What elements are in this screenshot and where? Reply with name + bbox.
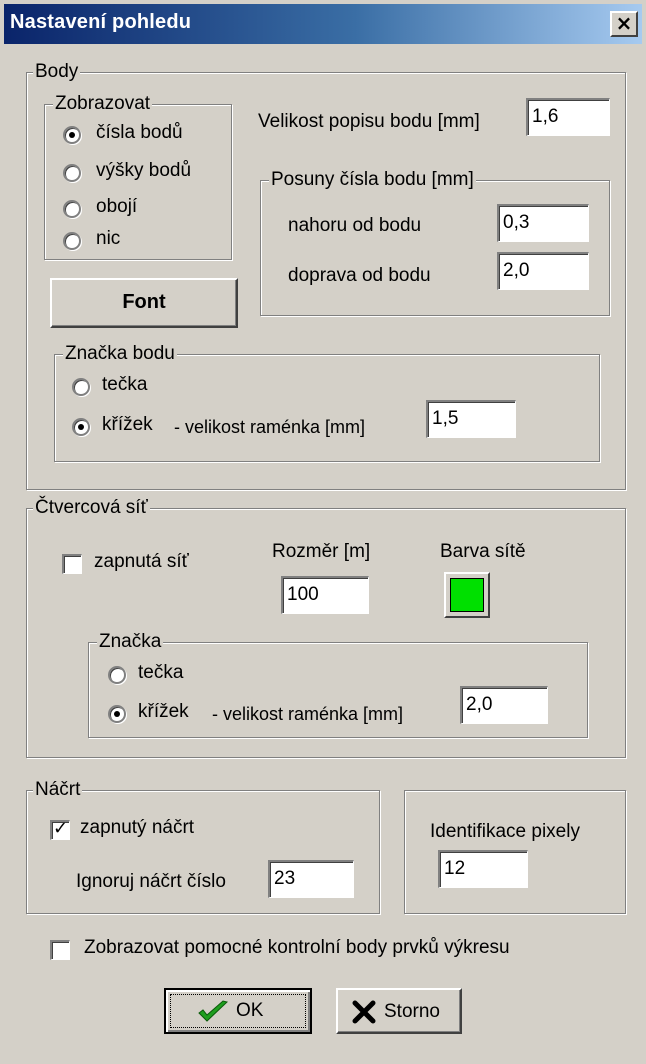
sketch-enabled-checkbox[interactable]: ✓ [50,818,70,840]
radio-grid-marker-dot-label[interactable]: tečka [138,661,183,685]
point-marker-arm-input[interactable]: 1,5 [426,400,516,438]
radio-point-heights-label[interactable]: výšky bodů [96,159,191,183]
dialog-title: Nastavení pohledu [10,11,192,33]
pixel-id-label: Identifikace pixely [430,821,580,842]
close-button[interactable]: × [610,11,638,37]
grid-marker-group-title: Značka [97,630,164,654]
grid-group-title: Čtvercová síť [33,496,150,520]
radio-point-marker-cross[interactable] [72,418,90,436]
offset-right-input[interactable]: 2,0 [497,252,589,290]
aux-points-label[interactable]: Zobrazovat pomocné kontrolní body prvků … [84,936,510,960]
radio-none-label[interactable]: nic [96,227,120,251]
radio-grid-marker-cross[interactable] [108,705,126,723]
grid-enabled-checkbox[interactable] [62,554,82,574]
check-icon: ✓ [53,818,69,839]
radio-both-label[interactable]: obojí [96,195,137,219]
points-group-title: Body [33,60,81,84]
offset-up-label: nahoru od bodu [288,215,422,236]
grid-marker-arm-input[interactable]: 2,0 [460,686,548,724]
grid-color-swatch [450,578,484,612]
font-button-label: Font [122,291,166,313]
grid-color-button[interactable] [444,572,490,618]
point-marker-arm-label: - velikost raménka [mm] [174,417,366,437]
offset-up-input[interactable]: 0,3 [497,204,589,242]
ok-label: OK [236,1000,264,1021]
sketch-ignore-label: Ignoruj náčrt číslo [76,871,226,892]
offsets-group: Posuny čísla bodu [mm] [260,168,610,316]
radio-grid-marker-dot[interactable] [108,666,126,684]
grid-size-label: Rozměr [m] [272,541,371,562]
ok-button[interactable]: OK [164,988,312,1034]
radio-point-marker-cross-label[interactable]: křížek [102,413,153,437]
radio-point-marker-dot[interactable] [72,378,90,396]
sketch-enabled-label[interactable]: zapnutý náčrt [80,816,194,840]
pixel-id-input[interactable]: 12 [438,850,528,888]
radio-point-heights[interactable] [63,164,81,182]
grid-color-label: Barva sítě [440,541,526,562]
dialog-window: Nastavení pohledu × Body Zobrazovat čísl… [0,0,646,1064]
radio-none[interactable] [63,232,81,250]
x-icon [352,1000,376,1024]
grid-marker-arm-label: - velikost raménka [mm] [212,704,404,724]
offset-right-label: doprava od bodu [288,265,431,286]
radio-point-numbers[interactable] [63,126,81,144]
sketch-group-title: Náčrt [33,778,83,802]
point-marker-group-title: Značka bodu [63,342,177,366]
radio-grid-marker-cross-label[interactable]: křížek [138,700,189,724]
font-button[interactable]: Font [50,278,238,328]
radio-both[interactable] [63,200,81,218]
grid-size-input[interactable]: 100 [281,576,369,614]
label-size-input[interactable]: 1,6 [526,98,610,136]
title-bar[interactable]: Nastavení pohledu × [4,4,642,44]
sketch-ignore-input[interactable]: 23 [268,860,354,898]
radio-point-marker-dot-label[interactable]: tečka [102,373,147,397]
close-icon: × [615,11,633,35]
offsets-group-title: Posuny čísla bodu [mm] [269,168,476,192]
display-group-title: Zobrazovat [53,92,153,116]
grid-enabled-label[interactable]: zapnutá síť [94,550,189,574]
radio-point-numbers-label[interactable]: čísla bodů [96,121,183,145]
aux-points-checkbox[interactable] [50,940,70,960]
cancel-button[interactable]: Storno [336,988,462,1034]
label-size-label: Velikost popisu bodu [mm] [258,111,480,132]
cancel-label: Storno [384,1001,440,1022]
point-marker-group: Značka bodu [54,342,600,462]
checkmark-icon [198,1000,229,1022]
